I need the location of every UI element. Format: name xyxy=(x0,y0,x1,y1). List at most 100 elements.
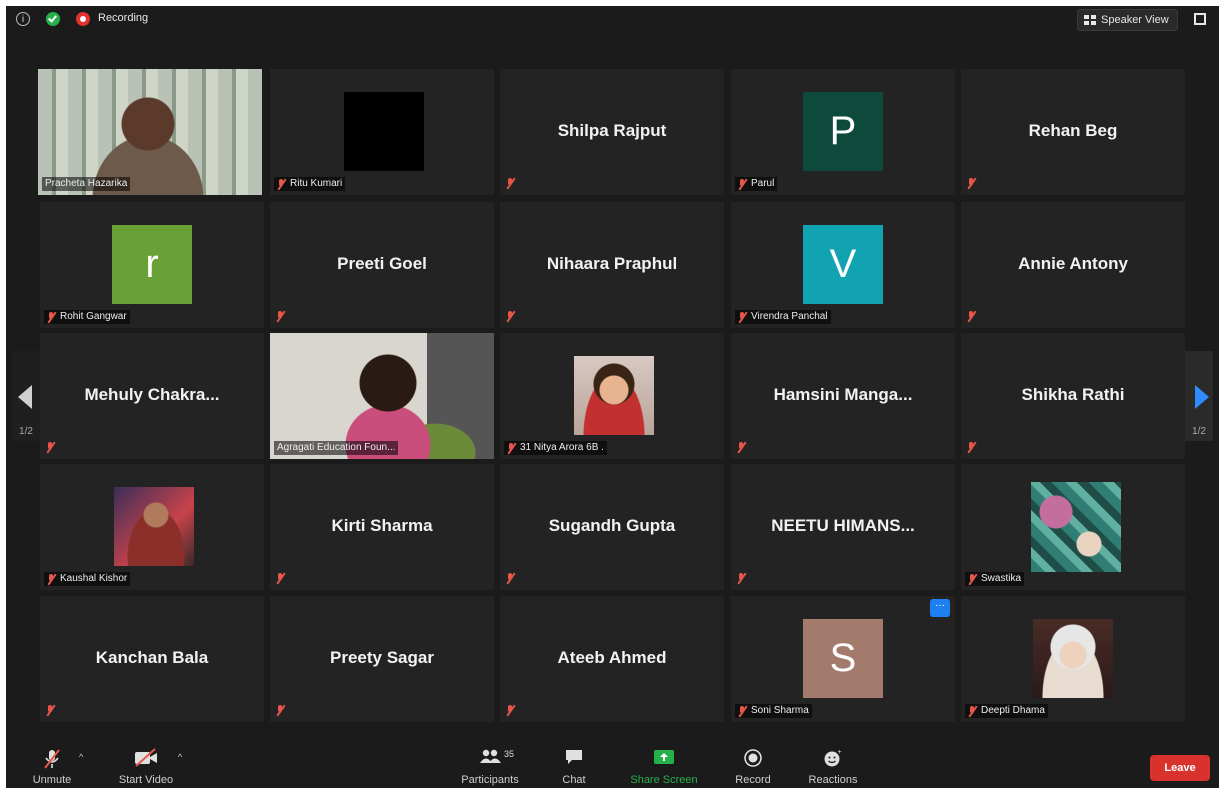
fullscreen-icon[interactable] xyxy=(1194,13,1206,25)
speaker-view-label: Speaker View xyxy=(1101,14,1169,26)
previous-page-button[interactable]: 1/2 xyxy=(12,351,40,441)
participant-name: Shikha Rathi xyxy=(1021,385,1125,404)
encryption-shield-icon[interactable] xyxy=(46,12,60,26)
participant-name: 31 Nitya Arora 6B . xyxy=(520,442,604,453)
participant-tile-soni-sharma[interactable]: ··· S Soni Sharma xyxy=(731,596,955,722)
recording-label: Recording xyxy=(98,12,149,24)
participant-tile-deepti-dhama[interactable]: Deepti Dhama xyxy=(961,596,1185,722)
participant-name-label: Rohit Gangwar xyxy=(44,310,130,324)
record-label: Record xyxy=(735,774,771,786)
svg-text:+: + xyxy=(838,749,842,756)
participant-avatar: P xyxy=(803,92,883,171)
participant-tile-sugandh-gupta[interactable]: Sugandh Gupta xyxy=(500,464,724,590)
next-page-button[interactable]: 1/2 xyxy=(1185,351,1213,441)
participant-name: Swastika xyxy=(981,573,1022,584)
info-icon[interactable]: i xyxy=(16,12,30,26)
record-icon xyxy=(744,749,762,767)
participant-tile-ateeb-ahmed[interactable]: Ateeb Ahmed xyxy=(500,596,724,722)
participant-profile-photo xyxy=(1033,619,1113,698)
participant-name: Kaushal Kishor xyxy=(60,573,128,584)
participant-name: Agragati Education Foun... xyxy=(277,442,396,453)
participant-name: Ritu Kumari xyxy=(290,178,343,189)
participant-tile-nitya-arora[interactable]: 31 Nitya Arora 6B . xyxy=(500,333,724,459)
unmute-button[interactable]: Unmute xyxy=(22,740,82,788)
video-options-caret[interactable]: ^ xyxy=(178,752,182,762)
participant-tile-preeti-goel[interactable]: Preeti Goel xyxy=(270,202,494,328)
participant-tile-rohit-gangwar[interactable]: r Rohit Gangwar xyxy=(40,202,264,328)
participant-tile-pracheta-hazarika[interactable]: Pracheta Hazarika xyxy=(38,69,262,195)
participant-tile-ritu-kumari[interactable]: Ritu Kumari xyxy=(270,69,494,195)
mic-muted-icon xyxy=(967,442,976,453)
participant-tile-virendra-panchal[interactable]: V Virendra Panchal xyxy=(731,202,955,328)
participant-name: Deepti Dhama xyxy=(981,705,1045,716)
participant-tile-hamsini-manga[interactable]: Hamsini Manga... xyxy=(731,333,955,459)
participant-name-label: Swastika xyxy=(965,572,1025,586)
mic-muted-icon xyxy=(506,178,515,189)
participant-name-label: Pracheta Hazarika xyxy=(42,177,131,191)
more-options-icon[interactable]: ··· xyxy=(930,599,950,617)
mic-muted-icon xyxy=(46,705,55,716)
participant-profile-photo xyxy=(114,487,194,566)
participants-button[interactable]: 35 Participants xyxy=(454,740,526,788)
participant-tile-mehuly-chakra[interactable]: Mehuly Chakra... xyxy=(40,333,264,459)
mic-muted-icon xyxy=(46,442,55,453)
participant-tile-kaushal-kishor[interactable]: Kaushal Kishor xyxy=(40,464,264,590)
participant-name-label: Soni Sharma xyxy=(735,704,812,718)
mic-muted-icon xyxy=(967,311,976,322)
recording-icon[interactable] xyxy=(76,12,90,26)
participant-name-label: Kaushal Kishor xyxy=(44,572,131,586)
participant-name-label: Deepti Dhama xyxy=(965,704,1048,718)
participant-avatar: r xyxy=(112,225,192,304)
participant-name: Kanchan Bala xyxy=(95,648,209,667)
participant-name: Preeti Goel xyxy=(337,254,427,273)
participant-tile-agragati-education[interactable]: Agragati Education Foun... xyxy=(270,333,494,459)
participants-label: Participants xyxy=(461,774,519,786)
mic-muted-icon xyxy=(968,705,977,717)
participant-tile-preety-sagar[interactable]: Preety Sagar xyxy=(270,596,494,722)
leave-meeting-button[interactable]: Leave xyxy=(1150,755,1210,781)
mic-muted-icon xyxy=(737,442,746,453)
mic-muted-icon xyxy=(967,178,976,189)
audio-options-caret[interactable]: ^ xyxy=(79,752,83,762)
participant-tile-parul[interactable]: P Parul xyxy=(731,69,955,195)
unmute-label: Unmute xyxy=(32,774,72,786)
participant-name: Virendra Panchal xyxy=(751,311,828,322)
reactions-button[interactable]: + Reactions xyxy=(800,740,866,788)
start-video-button[interactable]: Start Video xyxy=(106,740,186,788)
participant-tile-kanchan-bala[interactable]: Kanchan Bala xyxy=(40,596,264,722)
participant-name: Hamsini Manga... xyxy=(773,385,913,404)
share-screen-icon xyxy=(654,750,674,764)
page-indicator: 1/2 xyxy=(1192,426,1206,437)
participant-name: Preety Sagar xyxy=(330,648,434,667)
participant-avatar: V xyxy=(803,225,883,304)
chat-label: Chat xyxy=(562,774,586,786)
participant-name: Nihaara Praphul xyxy=(546,254,678,273)
start-video-label: Start Video xyxy=(118,774,174,786)
mic-muted-icon xyxy=(507,442,516,454)
mic-muted-icon xyxy=(506,573,515,584)
share-screen-button[interactable]: Share Screen xyxy=(622,740,706,788)
participant-tile-kirti-sharma[interactable]: Kirti Sharma xyxy=(270,464,494,590)
participant-tile-shikha-rathi[interactable]: Shikha Rathi xyxy=(961,333,1185,459)
meeting-controls-bar: Unmute ^ Start Video ^ 35 Participants C… xyxy=(6,740,1219,788)
arrow-right-icon xyxy=(1195,385,1209,409)
reactions-smiley-icon: + xyxy=(824,749,842,767)
participant-name: Kirti Sharma xyxy=(331,516,433,535)
share-screen-label: Share Screen xyxy=(630,774,698,786)
participant-tile-nihaara-praphul[interactable]: Nihaara Praphul xyxy=(500,202,724,328)
participant-tile-rehan-beg[interactable]: Rehan Beg xyxy=(961,69,1185,195)
participant-tile-annie-antony[interactable]: Annie Antony xyxy=(961,202,1185,328)
mic-muted-icon xyxy=(276,573,285,584)
chat-icon xyxy=(566,750,582,764)
participant-name: Ateeb Ahmed xyxy=(557,648,667,667)
participant-tile-neetu-himans[interactable]: NEETU HIMANS... xyxy=(731,464,955,590)
mic-muted-icon xyxy=(276,705,285,716)
arrow-left-icon xyxy=(18,385,32,409)
participant-tile-shilpa-rajput[interactable]: Shilpa Rajput xyxy=(500,69,724,195)
speaker-view-button[interactable]: Speaker View xyxy=(1077,9,1178,31)
chat-button[interactable]: Chat xyxy=(551,740,597,788)
mic-muted-icon xyxy=(738,178,747,190)
record-button[interactable]: Record xyxy=(728,740,778,788)
participant-tile-swastika[interactable]: Swastika xyxy=(961,464,1185,590)
gallery-grid-icon xyxy=(1084,15,1096,25)
